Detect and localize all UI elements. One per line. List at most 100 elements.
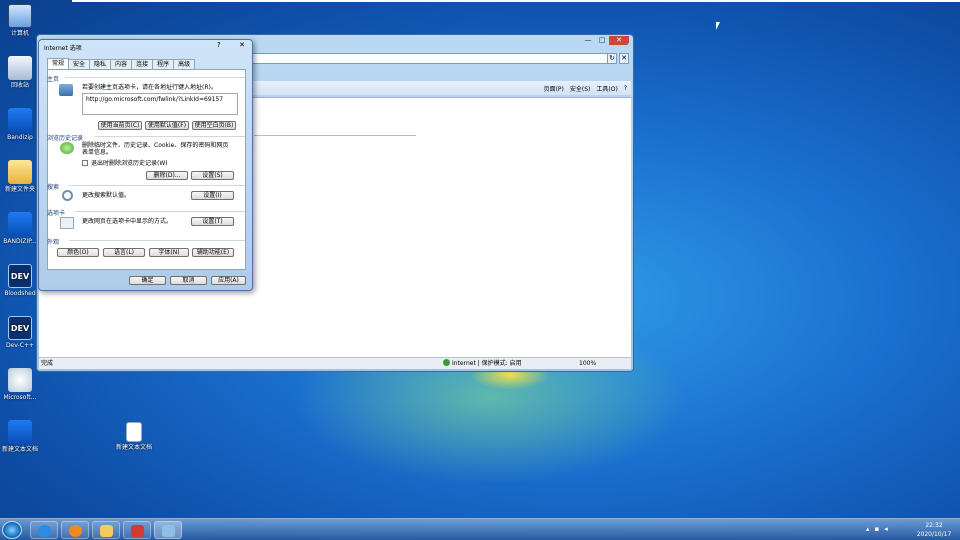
- use-default-button[interactable]: 使用默认值(F): [145, 121, 189, 130]
- microsoft-icon: [8, 368, 32, 392]
- home-url-input[interactable]: http://go.microsoft.com/fwlink/?LinkId=6…: [82, 93, 238, 115]
- close-button[interactable]: ✕: [609, 36, 629, 45]
- tab-programs[interactable]: 程序: [152, 59, 175, 69]
- text-doc-icon: [8, 420, 32, 444]
- top-edge: [72, 0, 960, 2]
- tab-general[interactable]: 常规: [47, 58, 70, 69]
- clock-date: 2020/10/17: [916, 531, 952, 538]
- window-controls: — □ ✕: [581, 36, 629, 45]
- taskbar-explorer[interactable]: [92, 521, 120, 539]
- home-page-icon: [59, 84, 73, 96]
- folder-icon: [8, 160, 32, 184]
- dialog-close-button[interactable]: ✕: [235, 41, 249, 49]
- tab-security[interactable]: 安全: [68, 59, 91, 69]
- taskbar-app[interactable]: [123, 521, 151, 539]
- dev-icon: DEV: [8, 264, 32, 288]
- show-hidden-icon[interactable]: ▴: [866, 525, 870, 533]
- tab-strip: 常规 安全 隐私 内容 连接 程序 高级: [47, 58, 196, 69]
- desktop-icon-new-folder[interactable]: 新建文件夹: [1, 160, 39, 194]
- internet-options-dialog[interactable]: Internet 选项 ? ✕ 常规 安全 隐私 内容 连接 程序 高级 主页 …: [38, 39, 253, 291]
- content-divider: [254, 135, 416, 136]
- network-icon[interactable]: ▪: [875, 525, 880, 533]
- tabs-section-title: 选项卡: [47, 210, 66, 217]
- appearance-section-title: 外观: [47, 239, 60, 246]
- computer-icon: [8, 4, 32, 28]
- ok-button[interactable]: 确定: [129, 276, 166, 285]
- tab-advanced[interactable]: 高级: [173, 59, 196, 69]
- search-divider: [69, 185, 245, 186]
- desktop-icon-dev-cpp[interactable]: DEV Dev-C++: [1, 316, 39, 350]
- home-section-title: 主页: [47, 76, 60, 83]
- colors-button[interactable]: 颜色(O): [57, 248, 99, 257]
- mouse-cursor-icon: [716, 22, 720, 30]
- dev-cpp-icon: DEV: [8, 316, 32, 340]
- fonts-button[interactable]: 字体(N): [149, 248, 189, 257]
- security-zone[interactable]: Internet | 保护模式: 启用: [443, 358, 522, 370]
- window-icon: [162, 525, 175, 537]
- address-buttons: ↻ ✕: [607, 53, 629, 64]
- apply-button[interactable]: 应用(A): [211, 276, 246, 285]
- delete-history-button[interactable]: 删除(D)...: [146, 171, 188, 180]
- desktop-icon-microsoft[interactable]: Microsoft...: [1, 368, 39, 402]
- desktop-icon-bandizip-setup[interactable]: BANDIZIP...: [1, 212, 39, 246]
- use-blank-button[interactable]: 使用空白页(B): [192, 121, 236, 130]
- media-player-icon: [69, 525, 82, 537]
- help-button[interactable]: ?: [217, 41, 221, 49]
- maximize-button[interactable]: □: [595, 36, 609, 45]
- tabs-description: 更改网页在选项卡中显示的方式。: [82, 218, 173, 225]
- document-icon: [126, 422, 142, 442]
- desktop-icon-bloodshed[interactable]: DEV Bloodshed: [1, 264, 39, 298]
- taskbar: ▴ ▪ ◂ 22:32 2020/10/17: [0, 518, 960, 540]
- recycle-bin-icon: [8, 56, 32, 80]
- globe-icon: [443, 359, 450, 366]
- tab-content[interactable]: 内容: [110, 59, 133, 69]
- tabs-settings-button[interactable]: 设置(T): [191, 217, 234, 226]
- taskbar-ie[interactable]: [30, 521, 58, 539]
- history-section-title: 浏览历史记录: [47, 135, 84, 142]
- tabs-divider: [75, 211, 245, 212]
- search-settings-button[interactable]: 设置(I): [191, 191, 234, 200]
- delete-on-exit-checkbox[interactable]: [82, 160, 88, 166]
- safety-menu[interactable]: 安全(S): [570, 84, 591, 93]
- minimize-button[interactable]: —: [581, 36, 595, 45]
- desktop-icon-computer[interactable]: 计算机: [1, 4, 39, 38]
- desktop-icon-text-doc[interactable]: 新建文本文档: [1, 420, 39, 454]
- volume-icon[interactable]: ◂: [884, 525, 888, 533]
- history-description: 删除临时文件、历史记录、Cookie、保存的密码和网页表单信息。: [82, 142, 229, 156]
- clock[interactable]: 22:32 2020/10/17: [912, 521, 956, 539]
- desktop-icon-recycle-bin[interactable]: 回收站: [1, 56, 39, 90]
- folder-icon: [100, 525, 113, 537]
- search-description: 更改搜索默认值。: [82, 192, 131, 199]
- taskbar-internet-options[interactable]: [154, 521, 182, 539]
- home-description: 若要创建主页选项卡，请在各地址行键入地址(R)。: [82, 84, 217, 91]
- home-divider: [65, 77, 245, 78]
- stop-button[interactable]: ✕: [619, 53, 629, 64]
- tab-connections[interactable]: 连接: [131, 59, 154, 69]
- languages-button[interactable]: 语言(L): [103, 248, 145, 257]
- delete-on-exit-label: 退出时删除浏览历史记录(W): [91, 160, 168, 167]
- clock-time: 22:32: [925, 522, 943, 529]
- cancel-button[interactable]: 取消: [170, 276, 207, 285]
- search-icon: [62, 190, 73, 201]
- desktop-icon-bandizip[interactable]: Bandizip: [1, 108, 39, 142]
- help-menu[interactable]: ?: [624, 85, 627, 92]
- accessibility-button[interactable]: 辅助功能(E): [192, 248, 234, 257]
- history-settings-button[interactable]: 设置(S): [191, 171, 234, 180]
- search-section-title: 搜索: [47, 184, 60, 191]
- bandizip-setup-icon: [8, 212, 32, 236]
- refresh-button[interactable]: ↻: [607, 53, 617, 64]
- start-button[interactable]: [2, 521, 22, 539]
- app-icon: [131, 525, 144, 537]
- history-divider: [95, 136, 245, 137]
- zoom-level[interactable]: 100%: [579, 358, 596, 370]
- status-text: 完成: [41, 360, 54, 367]
- dialog-title: Internet 选项: [44, 45, 82, 52]
- history-icon: [60, 142, 74, 154]
- page-menu[interactable]: 页面(P): [544, 84, 564, 93]
- use-current-button[interactable]: 使用当前页(C): [98, 121, 142, 130]
- desktop-icon-text-doc-2[interactable]: 新建文本文档: [114, 422, 154, 452]
- bandizip-icon: [8, 108, 32, 132]
- tools-menu[interactable]: 工具(O): [596, 84, 617, 93]
- tab-privacy[interactable]: 隐私: [89, 59, 112, 69]
- taskbar-media-player[interactable]: [61, 521, 89, 539]
